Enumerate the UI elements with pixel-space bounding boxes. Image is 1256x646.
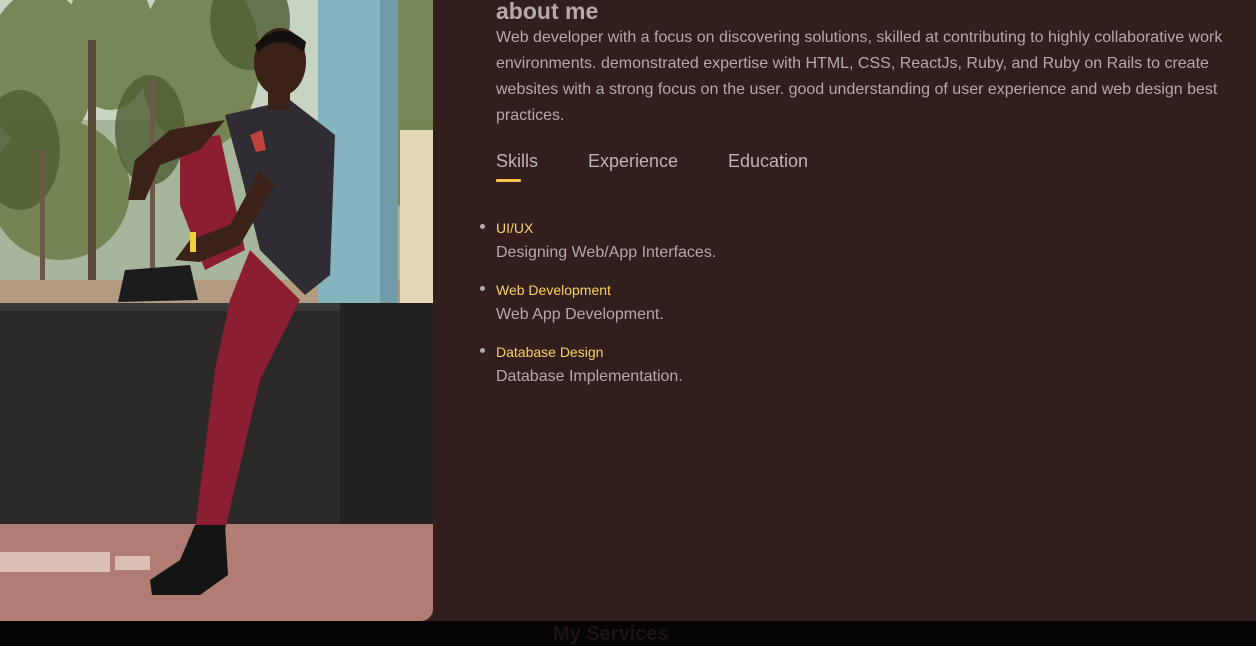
skill-description: Web App Development.: [496, 306, 664, 323]
tab-experience[interactable]: Experience: [588, 150, 678, 172]
about-description: Web developer with a focus on discoverin…: [496, 29, 1223, 124]
skill-name: Web Development: [496, 282, 611, 298]
bullet-icon: [480, 224, 485, 229]
bullet-icon: [480, 286, 485, 291]
skill-name: Database Design: [496, 344, 604, 360]
bullet-icon: [480, 348, 485, 353]
services-heading: My Services: [553, 623, 669, 645]
skill-description: Designing Web/App Interfaces.: [496, 244, 717, 261]
tab-education[interactable]: Education: [728, 150, 808, 172]
about-title: about me: [496, 0, 599, 24]
active-tab-indicator: [496, 179, 521, 182]
tab-skills[interactable]: Skills: [496, 150, 538, 172]
skill-description: Database Implementation.: [496, 368, 683, 385]
profile-photo: [0, 0, 433, 621]
about-section: about me Web developer with a focus on d…: [0, 0, 1256, 621]
skill-name: UI/UX: [496, 220, 534, 236]
